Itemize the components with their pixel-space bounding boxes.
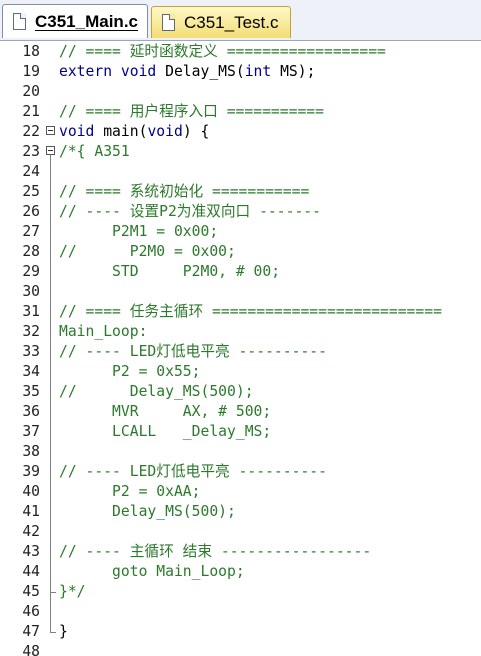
code-line[interactable]: 25 // ==== 系统初始化 =========== bbox=[0, 182, 481, 202]
code-line[interactable]: 27 P2M1 = 0x00; bbox=[0, 222, 481, 242]
code-text: // ==== 系统初始化 =========== bbox=[59, 183, 310, 200]
code-line[interactable]: 36 MVR AX, # 500; bbox=[0, 402, 481, 422]
line-number: 28 bbox=[22, 243, 40, 260]
code-text: // ---- 设置P2为准双向口 ------- bbox=[59, 203, 321, 220]
code-text: void main(void) { bbox=[59, 123, 210, 140]
code-text: // Delay_MS(500); bbox=[59, 383, 254, 400]
code-line[interactable]: 43 // ---- 主循环 结束 ----------------- bbox=[0, 542, 481, 562]
editor-tab-bar: C351_Main.c C351_Test.c bbox=[0, 0, 481, 41]
code-text: /*{ A351 bbox=[59, 143, 130, 160]
code-text: goto Main_Loop; bbox=[59, 563, 245, 580]
code-line[interactable]: 34 P2 = 0x55; bbox=[0, 362, 481, 382]
code-text: // ---- LED灯低电平亮 ---------- bbox=[59, 463, 327, 480]
code-line[interactable]: 40 P2 = 0xAA; bbox=[0, 482, 481, 502]
code-line[interactable]: 22 void main(void) { bbox=[0, 122, 481, 142]
line-number: 45 bbox=[22, 583, 40, 600]
code-line[interactable]: 39 // ---- LED灯低电平亮 ---------- bbox=[0, 462, 481, 482]
line-number: 44 bbox=[22, 563, 40, 580]
line-number: 18 bbox=[22, 43, 40, 60]
code-line[interactable]: 30 bbox=[0, 282, 481, 302]
line-number: 35 bbox=[22, 383, 40, 400]
code-text: }*/ bbox=[59, 583, 86, 600]
line-number: 38 bbox=[22, 443, 40, 460]
line-number: 19 bbox=[22, 63, 40, 80]
code-text: P2 = 0xAA; bbox=[59, 483, 201, 500]
line-number: 32 bbox=[22, 323, 40, 340]
code-line[interactable]: 35 // Delay_MS(500); bbox=[0, 382, 481, 402]
code-line[interactable]: 46 bbox=[0, 602, 481, 622]
line-number: 21 bbox=[22, 103, 40, 120]
code-line[interactable]: 28 // P2M0 = 0x00; bbox=[0, 242, 481, 262]
line-number: 48 bbox=[22, 643, 40, 656]
code-line[interactable]: 20 bbox=[0, 82, 481, 102]
code-text: // ---- 主循环 结束 ----------------- bbox=[59, 543, 372, 560]
code-line[interactable]: 47} bbox=[0, 622, 481, 642]
line-number: 29 bbox=[22, 263, 40, 280]
code-text: STD P2M0, # 00; bbox=[59, 263, 281, 280]
line-number: 30 bbox=[22, 283, 40, 300]
code-text: // P2M0 = 0x00; bbox=[59, 243, 236, 260]
line-number: 41 bbox=[22, 503, 40, 520]
tab-c351-test[interactable]: C351_Test.c bbox=[151, 6, 291, 38]
code-text: Main_Loop: bbox=[59, 323, 148, 340]
code-line[interactable]: 42 bbox=[0, 522, 481, 542]
line-number: 24 bbox=[22, 163, 40, 180]
code-line[interactable]: 29 STD P2M0, # 00; bbox=[0, 262, 481, 282]
code-text: LCALL _Delay_MS; bbox=[59, 423, 272, 440]
line-number: 23 bbox=[22, 143, 40, 160]
line-number: 33 bbox=[22, 343, 40, 360]
code-line[interactable]: 24 bbox=[0, 162, 481, 182]
code-line[interactable]: 41 Delay_MS(500); bbox=[0, 502, 481, 522]
code-text: // ==== 延时函数定义 ================== bbox=[59, 43, 386, 60]
line-number: 26 bbox=[22, 203, 40, 220]
code-text: Delay_MS(500); bbox=[59, 503, 236, 520]
code-line[interactable]: 21 // ==== 用户程序入口 =========== bbox=[0, 102, 481, 122]
code-line[interactable]: 18 // ==== 延时函数定义 ================== bbox=[0, 42, 481, 62]
line-number: 34 bbox=[22, 363, 40, 380]
code-text: // ---- LED灯低电平亮 ---------- bbox=[59, 343, 327, 360]
file-icon bbox=[13, 13, 26, 30]
line-number: 27 bbox=[22, 223, 40, 240]
code-line[interactable]: 31 // ==== 任务主循环 ========================… bbox=[0, 302, 481, 322]
code-text: // ==== 用户程序入口 =========== bbox=[59, 103, 324, 120]
line-number: 20 bbox=[22, 83, 40, 100]
fold-guide bbox=[50, 592, 51, 632]
code-text: MVR AX, # 500; bbox=[59, 403, 272, 420]
fold-guide bbox=[50, 155, 51, 615]
tab-label: C351_Test.c bbox=[184, 12, 279, 32]
code-editor[interactable]: 18 // ==== 延时函数定义 ================== 19 ext… bbox=[0, 41, 481, 656]
code-line[interactable]: 26 // ---- 设置P2为准双向口 ------- bbox=[0, 202, 481, 222]
code-line[interactable]: 37 LCALL _Delay_MS; bbox=[0, 422, 481, 442]
fold-collapse-icon[interactable] bbox=[46, 126, 55, 135]
fold-collapse-icon[interactable] bbox=[46, 146, 55, 155]
line-number: 31 bbox=[22, 303, 40, 320]
line-number: 42 bbox=[22, 523, 40, 540]
fold-guide-end bbox=[50, 632, 56, 633]
line-number: 25 bbox=[22, 183, 40, 200]
line-number: 36 bbox=[22, 403, 40, 420]
code-line[interactable]: 48 bbox=[0, 642, 481, 656]
code-text: P2 = 0x55; bbox=[59, 363, 201, 380]
tab-label: C351_Main.c bbox=[35, 11, 138, 31]
code-line[interactable]: 19 extern void Delay_MS(int MS); bbox=[0, 62, 481, 82]
code-line[interactable]: 44 goto Main_Loop; bbox=[0, 562, 481, 582]
file-icon bbox=[162, 14, 175, 31]
line-number: 40 bbox=[22, 483, 40, 500]
code-text: // ==== 任务主循环 ========================== bbox=[59, 303, 442, 320]
line-number: 22 bbox=[22, 123, 40, 140]
line-number: 39 bbox=[22, 463, 40, 480]
code-line[interactable]: 32 Main_Loop: bbox=[0, 322, 481, 342]
code-line[interactable]: 33 // ---- LED灯低电平亮 ---------- bbox=[0, 342, 481, 362]
code-text: extern void Delay_MS(int MS); bbox=[59, 63, 316, 80]
code-text: } bbox=[59, 623, 68, 640]
line-number: 47 bbox=[22, 623, 40, 640]
line-number: 37 bbox=[22, 423, 40, 440]
tab-c351-main[interactable]: C351_Main.c bbox=[2, 4, 148, 38]
line-number: 46 bbox=[22, 603, 40, 620]
code-line[interactable]: 45 }*/ bbox=[0, 582, 481, 602]
code-text: P2M1 = 0x00; bbox=[59, 223, 219, 240]
code-line[interactable]: 38 bbox=[0, 442, 481, 462]
line-number: 43 bbox=[22, 543, 40, 560]
code-line[interactable]: 23 /*{ A351 bbox=[0, 142, 481, 162]
